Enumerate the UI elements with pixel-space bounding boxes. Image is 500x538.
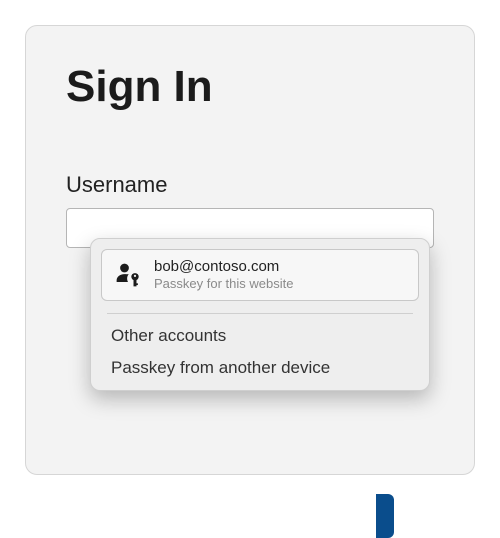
passkey-account-option[interactable]: bob@contoso.com Passkey for this website (101, 249, 419, 301)
signin-card: Sign In Username bob@contoso (25, 25, 475, 475)
username-input-wrap: bob@contoso.com Passkey for this website… (66, 208, 434, 248)
popup-divider (107, 313, 413, 314)
person-key-icon (114, 261, 142, 289)
account-subtitle: Passkey for this website (154, 276, 293, 292)
page-title: Sign In (66, 62, 434, 112)
account-email: bob@contoso.com (154, 258, 293, 276)
other-accounts-option[interactable]: Other accounts (101, 320, 419, 352)
passkey-suggestion-popup: bob@contoso.com Passkey for this website… (90, 238, 430, 391)
submit-button-edge[interactable] (376, 494, 394, 538)
another-device-option[interactable]: Passkey from another device (101, 352, 419, 384)
username-label: Username (66, 172, 434, 198)
account-text: bob@contoso.com Passkey for this website (154, 258, 293, 292)
